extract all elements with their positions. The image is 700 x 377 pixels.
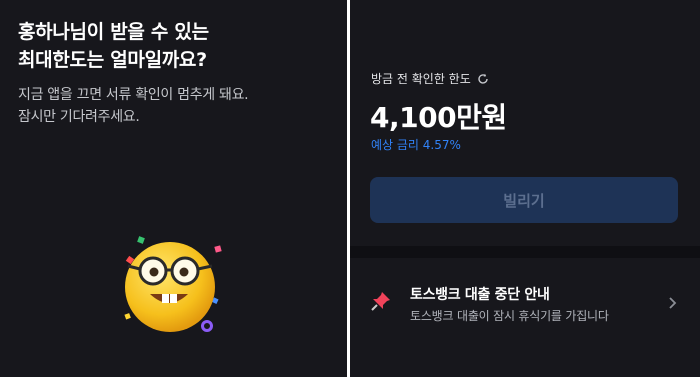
- refresh-icon[interactable]: [477, 73, 489, 85]
- limit-label-row: 방금 전 확인한 한도: [371, 70, 489, 87]
- right-screen: 방금 전 확인한 한도 4,100만원 예상 금리 4.57% 빌리기 토스뱅크…: [350, 0, 700, 377]
- title-line-2: 최대한도는 얼마일까요?: [18, 49, 207, 71]
- loan-limit-amount: 4,100만원: [370, 101, 507, 134]
- page-subtitle: 지금 앱을 끄면 서류 확인이 멈추게 돼요. 잠시만 기다려주세요.: [18, 84, 249, 128]
- borrow-button[interactable]: 빌리기: [370, 177, 678, 223]
- notice-title: 토스뱅크 대출 중단 안내: [410, 287, 550, 303]
- nerd-face-emoji-icon: [124, 236, 222, 332]
- pushpin-icon: [371, 292, 390, 311]
- expected-interest-rate: 예상 금리 4.57%: [371, 138, 461, 152]
- page-title: 홍하나님이 받을 수 있는 최대한도는 얼마일까요?: [18, 18, 209, 74]
- title-line-1: 홍하나님이 받을 수 있는: [18, 21, 209, 43]
- left-screen: 홍하나님이 받을 수 있는 최대한도는 얼마일까요? 지금 앱을 끄면 서류 확…: [0, 0, 347, 377]
- loan-suspension-notice[interactable]: 토스뱅크 대출 중단 안내 토스뱅크 대출이 잠시 휴식기를 가집니다: [350, 272, 700, 332]
- section-divider: [350, 246, 700, 258]
- subtitle-line-2: 잠시만 기다려주세요.: [18, 109, 140, 125]
- subtitle-line-1: 지금 앱을 끄면 서류 확인이 멈추게 돼요.: [18, 87, 249, 103]
- chevron-right-icon: [669, 297, 677, 309]
- notice-description: 토스뱅크 대출이 잠시 휴식기를 가집니다: [410, 309, 609, 323]
- limit-label: 방금 전 확인한 한도: [371, 72, 471, 86]
